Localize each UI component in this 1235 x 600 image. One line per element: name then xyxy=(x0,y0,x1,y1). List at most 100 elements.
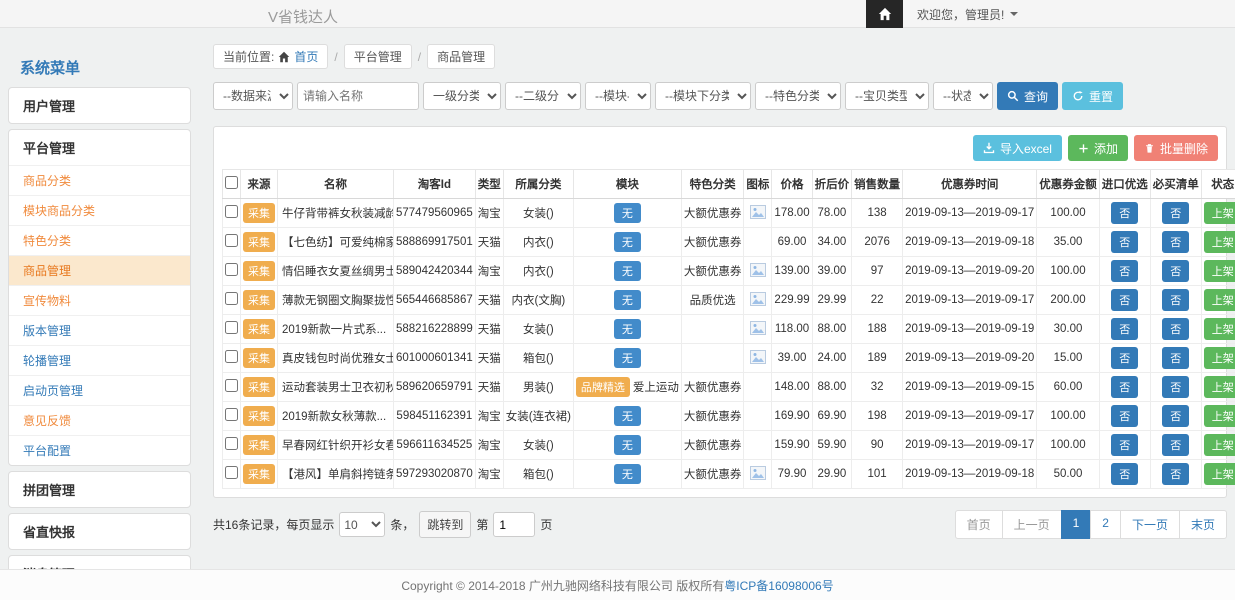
sales-count: 22 xyxy=(852,286,903,315)
sidebar-subitem[interactable]: 特色分类 xyxy=(9,225,190,255)
must-buy-toggle[interactable]: 否 xyxy=(1162,463,1189,485)
import-excel-button[interactable]: 导入excel xyxy=(973,135,1062,161)
price: 159.90 xyxy=(772,431,812,460)
jump-post-text: 页 xyxy=(540,516,552,533)
must-buy-toggle[interactable]: 否 xyxy=(1162,318,1189,340)
row-checkbox[interactable] xyxy=(225,292,238,305)
must-buy-toggle[interactable]: 否 xyxy=(1162,347,1189,369)
module-badge: 无 xyxy=(614,203,641,223)
must-buy-toggle[interactable]: 否 xyxy=(1162,434,1189,456)
add-button[interactable]: 添加 xyxy=(1068,135,1128,161)
breadcrumb-home-link[interactable]: 首页 xyxy=(294,48,318,65)
import-select-toggle[interactable]: 否 xyxy=(1111,231,1138,253)
sidebar-item[interactable]: 拼团管理 xyxy=(9,472,190,507)
must-buy-toggle[interactable]: 否 xyxy=(1162,260,1189,282)
status-toggle[interactable]: 上架 xyxy=(1204,405,1235,427)
sidebar-subitem[interactable]: 宣传物料 xyxy=(9,285,190,315)
feature-category-select[interactable]: --特色分类-- xyxy=(755,82,841,110)
batch-delete-button[interactable]: 批量删除 xyxy=(1134,135,1218,161)
sidebar-item[interactable]: 省直快报 xyxy=(9,514,190,549)
status-select[interactable]: --状态-- xyxy=(933,82,993,110)
reset-button[interactable]: 重置 xyxy=(1062,82,1123,110)
sidebar-subitem-active[interactable]: 商品管理 xyxy=(9,255,190,285)
sidebar-subitem[interactable]: 商品分类 xyxy=(9,165,190,195)
status-toggle[interactable]: 上架 xyxy=(1204,202,1235,224)
user-menu[interactable]: 欢迎您，管理员! xyxy=(903,0,1032,28)
sidebar-subitem[interactable]: 轮播管理 xyxy=(9,345,190,375)
status-toggle[interactable]: 上架 xyxy=(1204,463,1235,485)
goods-type: 天猫 xyxy=(475,344,503,373)
table-row: 采集早春网红针织开衫女春...596611634525淘宝女装()无大额优惠券1… xyxy=(223,431,1235,460)
name-input[interactable] xyxy=(297,82,419,110)
feature-category: 大额优惠券 xyxy=(681,257,744,286)
row-checkbox[interactable] xyxy=(225,408,238,421)
row-checkbox[interactable] xyxy=(225,350,238,363)
page-button[interactable]: 1 xyxy=(1061,510,1092,539)
level2-category-select[interactable]: --二级分类-- xyxy=(505,82,581,110)
sidebar-subitem[interactable]: 平台配置 xyxy=(9,435,190,465)
coupon-amount: 100.00 xyxy=(1037,257,1100,286)
jump-button[interactable]: 跳转到 xyxy=(419,511,471,538)
sidebar-subitem[interactable]: 模块商品分类 xyxy=(9,195,190,225)
sidebar-item[interactable]: 平台管理 xyxy=(9,130,190,165)
must-buy-toggle[interactable]: 否 xyxy=(1162,231,1189,253)
sidebar-subitem[interactable]: 启动页管理 xyxy=(9,375,190,405)
import-select-toggle[interactable]: 否 xyxy=(1111,405,1138,427)
status-toggle[interactable]: 上架 xyxy=(1204,347,1235,369)
breadcrumb-separator: / xyxy=(418,50,421,64)
row-checkbox[interactable] xyxy=(225,205,238,218)
page-button[interactable]: 下一页 xyxy=(1120,510,1180,539)
status-toggle[interactable]: 上架 xyxy=(1204,231,1235,253)
per-page-select[interactable]: 10 xyxy=(339,512,385,537)
table-row: 采集2019新款女秋薄款...598451162391淘宝女装(连衣裙)无大额优… xyxy=(223,402,1235,431)
import-select-toggle[interactable]: 否 xyxy=(1111,376,1138,398)
status-toggle[interactable]: 上架 xyxy=(1204,260,1235,282)
status-toggle[interactable]: 上架 xyxy=(1204,289,1235,311)
import-select-toggle[interactable]: 否 xyxy=(1111,434,1138,456)
import-select-toggle[interactable]: 否 xyxy=(1111,202,1138,224)
status-toggle[interactable]: 上架 xyxy=(1204,434,1235,456)
row-checkbox[interactable] xyxy=(225,379,238,392)
must-buy-toggle[interactable]: 否 xyxy=(1162,202,1189,224)
must-buy-toggle[interactable]: 否 xyxy=(1162,376,1189,398)
must-buy-toggle[interactable]: 否 xyxy=(1162,289,1189,311)
sales-count: 2076 xyxy=(852,228,903,257)
module-badge: 无 xyxy=(614,406,641,426)
import-select-toggle[interactable]: 否 xyxy=(1111,260,1138,282)
home-button[interactable] xyxy=(866,0,903,28)
row-checkbox[interactable] xyxy=(225,234,238,247)
search-button[interactable]: 查询 xyxy=(997,82,1058,110)
import-select-toggle[interactable]: 否 xyxy=(1111,289,1138,311)
jump-page-input[interactable] xyxy=(493,512,535,537)
row-checkbox[interactable] xyxy=(225,263,238,276)
data-source-select[interactable]: --数据来源-- xyxy=(213,82,293,110)
table-row: 采集运动套装男士卫衣初秋...589620659791天猫男装()品牌精选爱上运… xyxy=(223,373,1235,402)
status-toggle[interactable]: 上架 xyxy=(1204,376,1235,398)
sidebar-item[interactable]: 用户管理 xyxy=(9,88,190,123)
select-all-checkbox[interactable] xyxy=(225,176,238,189)
page-button[interactable]: 末页 xyxy=(1179,510,1227,539)
module-sub-select[interactable]: --模块下分类-- xyxy=(655,82,751,110)
filter-bar: --数据来源-- 一级分类--二级分类----模块----模块下分类----特色分… xyxy=(213,82,1227,110)
sidebar-subitem[interactable]: 版本管理 xyxy=(9,315,190,345)
module-select[interactable]: --模块-- xyxy=(585,82,651,110)
page-button[interactable]: 上一页 xyxy=(1002,510,1062,539)
must-buy-toggle[interactable]: 否 xyxy=(1162,405,1189,427)
page-button[interactable]: 首页 xyxy=(955,510,1003,539)
status-toggle[interactable]: 上架 xyxy=(1204,318,1235,340)
import-select-toggle[interactable]: 否 xyxy=(1111,463,1138,485)
row-checkbox[interactable] xyxy=(225,437,238,450)
price: 229.99 xyxy=(772,286,812,315)
sidebar-group: 拼团管理 xyxy=(8,471,191,508)
coupon-time: 2019-09-13—2019-09-18 xyxy=(903,228,1037,257)
icp-link[interactable]: 粤ICP备16098006号 xyxy=(724,577,833,594)
page-button[interactable]: 2 xyxy=(1090,510,1121,539)
row-checkbox[interactable] xyxy=(225,321,238,334)
row-checkbox[interactable] xyxy=(225,466,238,479)
import-select-toggle[interactable]: 否 xyxy=(1111,318,1138,340)
sidebar-subitem[interactable]: 意见反馈 xyxy=(9,405,190,435)
source-badge: 采集 xyxy=(243,261,275,281)
item-type-select[interactable]: --宝贝类型-- xyxy=(845,82,929,110)
import-select-toggle[interactable]: 否 xyxy=(1111,347,1138,369)
level1-category-select[interactable]: 一级分类 xyxy=(423,82,501,110)
